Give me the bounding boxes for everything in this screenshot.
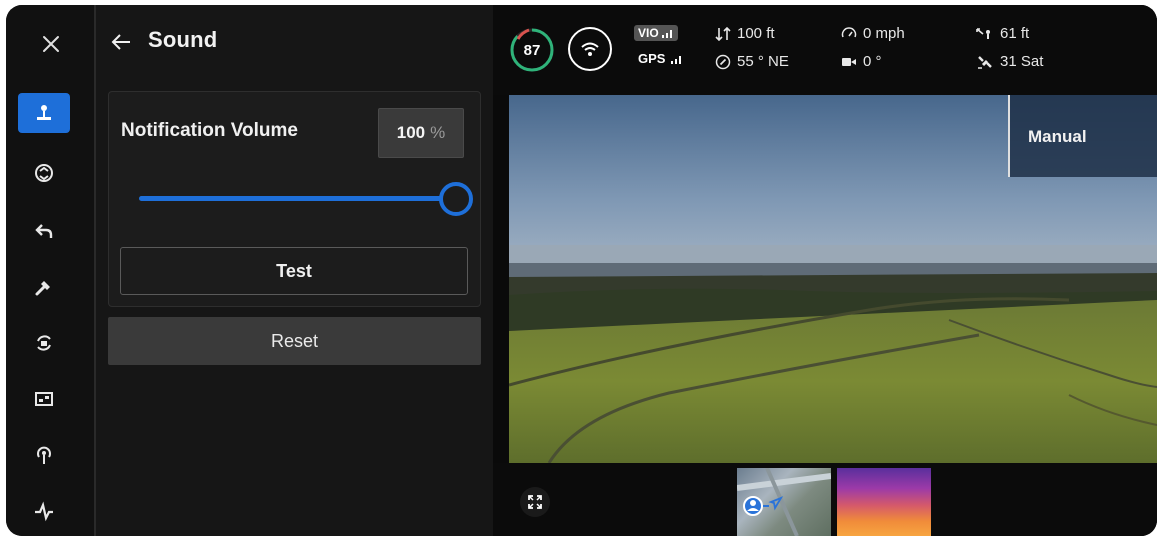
app-window: Sound Notification Volume 100 % Test Res… (6, 5, 1157, 536)
activity-icon (35, 501, 53, 522)
panel-header: Sound (96, 5, 493, 81)
flight-mode-indicator[interactable]: Manual (1008, 95, 1157, 177)
camera-view: 87 VIO GPS 100 ft 55 ° NE 0 mph 0 ° 61 f… (493, 5, 1157, 536)
heading-value: 55 ° NE (737, 53, 789, 70)
close-icon (43, 36, 59, 52)
map-location-icon (737, 468, 831, 536)
volume-value: 100 (396, 123, 426, 142)
live-video-feed[interactable]: Manual (509, 95, 1157, 463)
gps-status: GPS (638, 51, 683, 66)
wifi-icon (581, 42, 599, 56)
sidebar-item-rotate-camera[interactable] (18, 323, 70, 363)
distance-value: 61 ft (1000, 25, 1030, 42)
volume-slider[interactable] (139, 182, 473, 216)
distance-icon (976, 27, 990, 39)
test-button[interactable]: Test (120, 247, 468, 295)
speed-readout: 0 mph (841, 25, 905, 42)
reset-button[interactable]: Reset (108, 317, 481, 365)
expand-icon (528, 495, 542, 509)
vio-badge: VIO (634, 25, 678, 41)
speedometer-icon (841, 26, 857, 37)
gps-label: GPS (638, 51, 666, 66)
volume-slider-thumb[interactable] (439, 182, 473, 216)
sidebar-item-return-home[interactable] (18, 211, 70, 251)
volume-label: Notification Volume (121, 120, 298, 141)
thermal-camera-thumbnail[interactable] (837, 468, 931, 536)
distance-readout: 61 ft (976, 25, 1029, 42)
vio-status: VIO (634, 25, 678, 41)
volume-slider-fill (139, 196, 456, 201)
camera-tilt-icon (842, 57, 856, 66)
speed-value: 0 mph (863, 25, 905, 42)
rotate-camera-icon (37, 335, 51, 351)
user-pilot-icon (37, 105, 51, 120)
satellites-value: 31 Sat (1000, 53, 1044, 70)
battery-percentage: 87 (523, 41, 541, 59)
sound-settings-panel: Sound Notification Volume 100 % Test Res… (96, 5, 493, 536)
volume-unit: % (430, 123, 446, 142)
gimbal-angle-readout: 0 ° (841, 53, 882, 70)
signal-tower-icon (37, 446, 51, 464)
signal-bars-icon (661, 30, 672, 38)
altitude-icon (715, 26, 731, 41)
arrow-left-icon (111, 34, 130, 50)
sidebar-item-user[interactable] (18, 93, 70, 133)
flight-mode-label: Manual (1028, 127, 1087, 146)
satellites-readout: 31 Sat (976, 53, 1043, 70)
sidebar-item-activity[interactable] (18, 491, 70, 531)
bottom-bar (493, 463, 1157, 536)
left-rail (6, 5, 96, 536)
map-thumbnail[interactable] (737, 468, 831, 536)
volume-card: Notification Volume 100 % Test (108, 91, 481, 307)
close-button[interactable] (32, 25, 70, 63)
altitude-readout: 100 ft (715, 25, 775, 42)
return-home-icon (35, 224, 53, 238)
sidebar-item-signal[interactable] (18, 435, 70, 475)
gimbal-icon (35, 164, 53, 182)
fullscreen-button[interactable] (520, 487, 550, 517)
compass-icon (715, 54, 731, 69)
wifi-status[interactable] (568, 27, 612, 71)
tool-icon (35, 281, 50, 296)
signal-bars-icon (671, 55, 682, 64)
satellite-icon (978, 55, 992, 69)
altitude-value: 100 ft (737, 25, 775, 42)
page-title: Sound (148, 27, 218, 52)
telemetry-bar: 87 VIO GPS 100 ft 55 ° NE 0 mph 0 ° 61 f… (493, 5, 1157, 95)
sidebar-item-tools[interactable] (18, 267, 70, 307)
vio-label: VIO (638, 26, 659, 40)
aspect-ratio-icon (35, 392, 53, 406)
back-button[interactable] (106, 25, 136, 59)
sidebar-item-aspect-ratio[interactable] (18, 379, 70, 419)
gimbal-angle-value: 0 ° (863, 53, 882, 70)
sidebar-item-gimbal[interactable] (18, 153, 70, 193)
heading-readout: 55 ° NE (715, 53, 789, 70)
volume-value-field[interactable]: 100 % (378, 108, 464, 158)
